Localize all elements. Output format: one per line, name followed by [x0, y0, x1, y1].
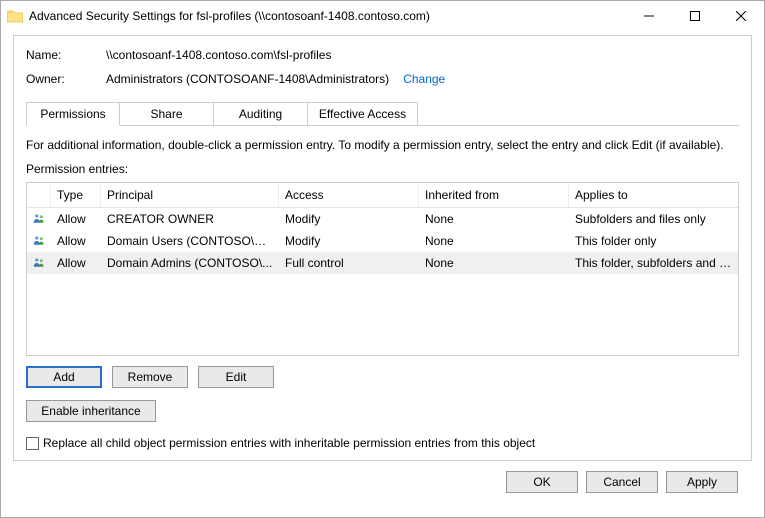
name-value: \\contosoanf-1408.contoso.com\fsl-profil… [106, 48, 331, 62]
apply-button[interactable]: Apply [666, 471, 738, 493]
dialog-buttons: OK Cancel Apply [13, 461, 752, 505]
tab-bar: Permissions Share Auditing Effective Acc… [26, 102, 739, 126]
replace-child-label: Replace all child object permission entr… [43, 436, 535, 450]
content-area: Name: \\contosoanf-1408.contoso.com\fsl-… [1, 31, 764, 517]
close-button[interactable] [718, 1, 764, 31]
users-icon [33, 256, 45, 270]
users-icon [33, 234, 45, 248]
col-type[interactable]: Type [51, 183, 101, 207]
description-text: For additional information, double-click… [26, 138, 739, 152]
col-applies[interactable]: Applies to [569, 183, 738, 207]
tab-effective-access[interactable]: Effective Access [308, 102, 418, 126]
folder-icon [7, 9, 23, 23]
change-owner-link[interactable]: Change [403, 72, 445, 86]
owner-value: Administrators (CONTOSOANF-1408\Administ… [106, 72, 389, 86]
table-header: Type Principal Access Inherited from App… [27, 183, 738, 208]
edit-button[interactable]: Edit [198, 366, 274, 388]
enable-inheritance-button[interactable]: Enable inheritance [26, 400, 156, 422]
entries-label: Permission entries: [26, 162, 739, 176]
col-access[interactable]: Access [279, 183, 419, 207]
window-title: Advanced Security Settings for fsl-profi… [29, 9, 626, 23]
maximize-button[interactable] [672, 1, 718, 31]
minimize-button[interactable] [626, 1, 672, 31]
tab-share[interactable]: Share [120, 102, 214, 126]
cancel-button[interactable]: Cancel [586, 471, 658, 493]
owner-label: Owner: [26, 72, 106, 86]
col-icon[interactable] [27, 183, 51, 207]
name-label: Name: [26, 48, 106, 62]
tab-permissions[interactable]: Permissions [26, 102, 120, 126]
users-icon [33, 212, 45, 226]
main-panel: Name: \\contosoanf-1408.contoso.com\fsl-… [13, 35, 752, 461]
ok-button[interactable]: OK [506, 471, 578, 493]
remove-button[interactable]: Remove [112, 366, 188, 388]
permission-table: Type Principal Access Inherited from App… [26, 182, 739, 356]
table-row[interactable]: Allow Domain Users (CONTOSO\Do... Modify… [27, 230, 738, 252]
add-button[interactable]: Add [26, 366, 102, 388]
replace-child-checkbox[interactable] [26, 437, 39, 450]
table-row[interactable]: Allow Domain Admins (CONTOSO\... Full co… [27, 252, 738, 274]
tab-auditing[interactable]: Auditing [214, 102, 308, 126]
col-principal[interactable]: Principal [101, 183, 279, 207]
table-row[interactable]: Allow CREATOR OWNER Modify None Subfolde… [27, 208, 738, 230]
advanced-security-window: Advanced Security Settings for fsl-profi… [0, 0, 765, 518]
titlebar: Advanced Security Settings for fsl-profi… [1, 1, 764, 31]
col-inherited[interactable]: Inherited from [419, 183, 569, 207]
